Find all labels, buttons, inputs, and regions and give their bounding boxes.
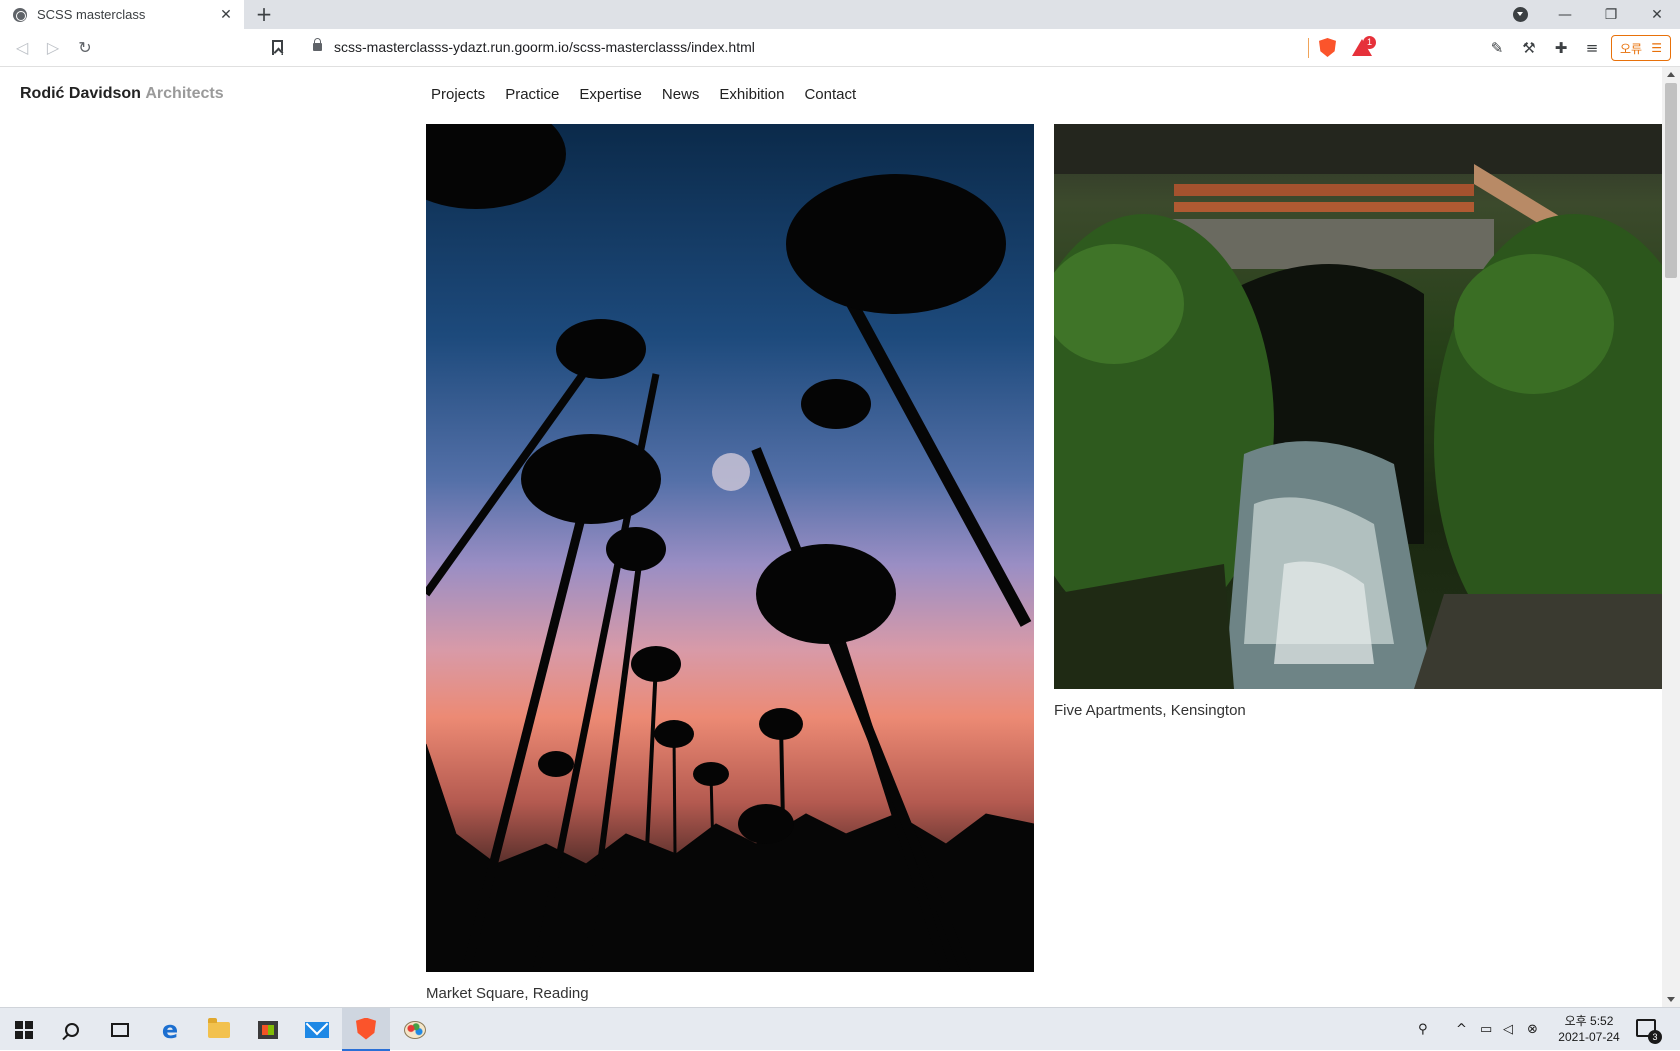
tab-strip: SCSS masterclass ✕ + — ❐ ✕ [0,0,1680,29]
nav-projects[interactable]: Projects [431,86,485,103]
store-icon [258,1020,278,1039]
start-button[interactable] [0,1008,48,1051]
globe-icon [13,7,27,22]
minimize-button[interactable]: — [1542,7,1588,23]
brand-name: Rodić Davidson [20,85,141,102]
address-bar[interactable]: scss-masterclasss-ydazt.run.goorm.io/scs… [334,39,755,55]
forward-button[interactable]: ▷ [43,38,63,58]
page-scrollbar[interactable] [1662,67,1680,1007]
brave-app[interactable] [342,1008,390,1051]
tray-overflow-icon[interactable]: ^ [1456,1008,1467,1051]
scroll-up-icon[interactable] [1667,72,1675,77]
search-button[interactable] [48,1008,96,1051]
clock-time: 오후 5:52 [1564,1014,1614,1028]
windows-taskbar: e ⚲ ^ ▭ ◁ ⊗ 오후 5:52 2021-07-24 3 [0,1007,1680,1051]
window-close-button[interactable]: ✕ [1634,7,1680,23]
palm-silhouettes [426,124,1034,972]
ime-icon[interactable]: ⊗ [1527,1008,1538,1051]
error-label: 오류 [1620,41,1643,56]
tab-title: SCSS masterclass [37,7,146,22]
mail-app[interactable] [293,1008,341,1051]
folder-icon [208,1017,230,1038]
reading-list-icon[interactable]: ≡ [1583,39,1601,57]
lock-icon[interactable] [313,38,322,51]
nav-news[interactable]: News [662,86,700,103]
people-icon[interactable]: ⚲ [1418,1008,1428,1051]
nav-practice[interactable]: Practice [505,86,559,103]
profile-error-button[interactable]: 오류 ☰ [1611,35,1671,61]
brave-shield-icon[interactable] [1319,38,1336,57]
file-explorer-app[interactable] [195,1008,243,1051]
store-app[interactable] [244,1008,292,1051]
system-clock[interactable]: 오후 5:52 2021-07-24 [1549,1013,1629,1045]
notification-badge: 3 [1648,1030,1662,1044]
menu-icon: ☰ [1651,41,1662,55]
edge-icon: e [161,1015,179,1044]
search-icon [65,1022,79,1037]
tool-extension-icon[interactable]: ⚒ [1520,39,1538,57]
restore-button[interactable]: ❐ [1588,7,1634,23]
scroll-thumb[interactable] [1665,83,1677,278]
web-page: Rodić Davidson Architects Projects Pract… [0,67,1680,1007]
network-icon[interactable]: ▭ [1480,1008,1492,1051]
paint-app[interactable] [391,1008,439,1051]
eyedropper-extension-icon[interactable]: ✎ [1488,39,1506,57]
new-tab-button[interactable]: + [253,3,275,25]
reload-button[interactable]: ↻ [75,38,95,58]
rewards-badge: 1 [1363,36,1376,49]
browser-toolbar: ◁ ▷ ↻ scss-masterclasss-ydazt.run.goorm.… [0,29,1680,67]
bookmark-icon[interactable] [272,40,283,55]
address-divider [1308,38,1309,58]
project-image-palms[interactable] [426,124,1034,972]
project-caption[interactable]: Market Square, Reading [426,985,589,1002]
nav-expertise[interactable]: Expertise [579,86,642,103]
browser-tab[interactable]: SCSS masterclass ✕ [0,0,244,29]
brand-subtitle: Architects [145,85,224,102]
window-controls: — ❐ ✕ [1542,0,1680,29]
site-logo[interactable]: Rodić Davidson Architects [20,85,224,103]
brave-icon [356,1017,376,1040]
project-caption[interactable]: Five Apartments, Kensington [1054,702,1246,719]
main-nav: Projects Practice Expertise News Exhibit… [431,86,876,103]
nav-exhibition[interactable]: Exhibition [719,86,784,103]
nav-contact[interactable]: Contact [804,86,856,103]
mail-icon [305,1021,329,1038]
edge-app[interactable]: e [146,1008,194,1051]
bridge-creek-scene [1054,124,1662,689]
task-view-button[interactable] [96,1008,144,1051]
tab-search-icon[interactable] [1513,7,1528,22]
close-tab-icon[interactable]: ✕ [218,7,234,23]
project-image-creek[interactable] [1054,124,1662,689]
extensions-puzzle-icon[interactable]: ✚ [1552,39,1570,57]
paint-icon [404,1020,426,1039]
scroll-down-icon[interactable] [1667,997,1675,1002]
back-button[interactable]: ◁ [12,38,32,58]
task-view-icon [111,1022,129,1037]
volume-icon[interactable]: ◁ [1503,1008,1513,1051]
clock-date: 2021-07-24 [1558,1030,1620,1044]
windows-logo-icon [15,1020,33,1039]
